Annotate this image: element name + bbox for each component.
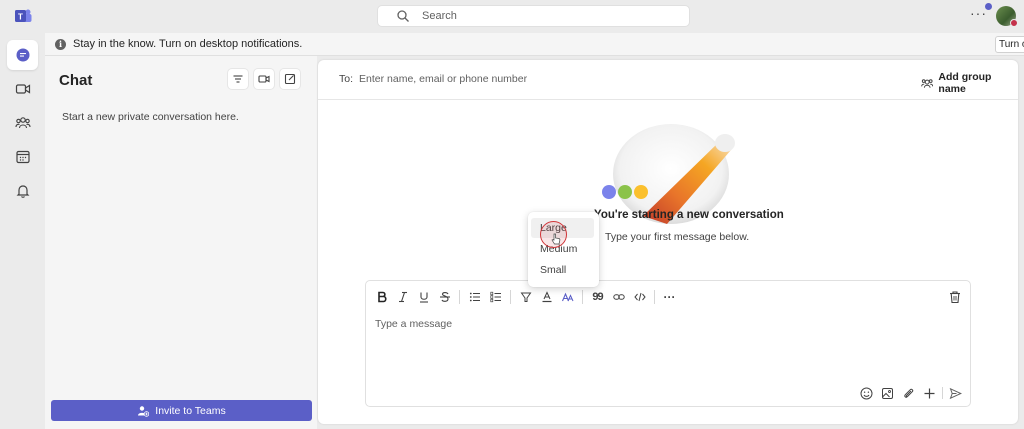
rail-item-meet[interactable] bbox=[7, 74, 38, 104]
image-button[interactable] bbox=[877, 385, 898, 401]
to-label: To: bbox=[339, 73, 354, 85]
code-button[interactable] bbox=[629, 287, 650, 307]
italic-button[interactable] bbox=[392, 287, 413, 307]
message-input[interactable] bbox=[375, 315, 955, 333]
numbered-list-button[interactable] bbox=[485, 287, 506, 307]
font-color-button[interactable] bbox=[536, 287, 557, 307]
notification-banner: i Stay in the know. Turn on desktop noti… bbox=[45, 33, 1024, 56]
toolbar-divider bbox=[942, 387, 943, 399]
rail-item-communities[interactable] bbox=[7, 108, 38, 138]
notification-message: Stay in the know. Turn on desktop notifi… bbox=[73, 38, 303, 50]
bold-icon bbox=[377, 291, 387, 303]
strikethrough-icon bbox=[439, 291, 450, 302]
bell-icon bbox=[16, 185, 29, 198]
search-icon bbox=[397, 10, 409, 22]
font-size-menu: Large Medium Small bbox=[528, 212, 599, 287]
highlight-button[interactable] bbox=[515, 287, 536, 307]
calendar-icon bbox=[15, 150, 30, 164]
video-icon bbox=[258, 75, 270, 83]
search-placeholder: Search bbox=[422, 10, 457, 22]
trash-icon[interactable] bbox=[948, 290, 962, 304]
add-button[interactable] bbox=[919, 385, 940, 401]
image-icon bbox=[882, 387, 893, 399]
svg-text:T: T bbox=[18, 13, 23, 22]
recipient-bar: To: Add group name bbox=[318, 60, 1018, 100]
format-toolbar: 99 ··· bbox=[366, 281, 970, 313]
invite-button-label: Invite to Teams bbox=[155, 404, 226, 417]
more-options-button[interactable]: ··· bbox=[970, 6, 988, 24]
paperclip-icon bbox=[904, 388, 914, 398]
toolbar-divider bbox=[459, 290, 460, 304]
bulleted-list-button[interactable] bbox=[464, 287, 485, 307]
compose-actions bbox=[856, 385, 966, 401]
page-title: Chat bbox=[59, 72, 93, 89]
underline-button[interactable] bbox=[413, 287, 434, 307]
chat-icon bbox=[16, 48, 29, 62]
empty-state-subheading: Type your first message below. bbox=[605, 231, 750, 243]
rail-item-chat[interactable] bbox=[7, 40, 38, 70]
underline-icon bbox=[419, 292, 428, 303]
font-size-icon bbox=[561, 292, 573, 302]
quote-button[interactable]: 99 bbox=[587, 287, 608, 307]
rail-item-activity[interactable] bbox=[7, 176, 38, 206]
empty-chat-text: Start a new private conversation here. bbox=[62, 111, 239, 123]
title-bar: T Search ··· bbox=[0, 0, 1024, 33]
emoji-button[interactable] bbox=[856, 385, 877, 401]
bold-button[interactable] bbox=[371, 287, 392, 307]
invite-to-teams-button[interactable]: Invite to Teams bbox=[51, 400, 312, 421]
strikethrough-button[interactable] bbox=[434, 287, 455, 307]
numbered-list-icon bbox=[489, 291, 501, 303]
turn-on-button[interactable]: Turn on bbox=[995, 36, 1024, 53]
status-badge bbox=[1010, 19, 1018, 27]
add-person-icon bbox=[138, 405, 150, 417]
filter-button[interactable] bbox=[227, 68, 249, 90]
link-icon bbox=[612, 294, 625, 300]
group-icon bbox=[921, 78, 934, 88]
italic-icon bbox=[398, 291, 407, 303]
new-chat-pane: To: Add group name You're st bbox=[318, 60, 1018, 424]
send-button[interactable] bbox=[945, 385, 966, 401]
highlighter-icon bbox=[520, 292, 531, 302]
toolbar-divider bbox=[654, 290, 655, 304]
hand-cursor-icon bbox=[551, 233, 561, 245]
add-group-name-label: Add group name bbox=[938, 71, 992, 95]
toolbar-divider bbox=[510, 290, 511, 304]
compose-icon bbox=[284, 73, 296, 85]
search-box[interactable]: Search bbox=[377, 5, 690, 27]
filter-icon bbox=[233, 75, 243, 83]
font-color-icon bbox=[542, 291, 551, 303]
meet-now-button[interactable] bbox=[253, 68, 275, 90]
add-group-name-button[interactable]: Add group name bbox=[921, 71, 1018, 95]
people-icon bbox=[14, 117, 31, 129]
code-icon bbox=[633, 292, 646, 302]
teams-logo-icon[interactable]: T bbox=[14, 8, 32, 24]
font-size-option-small[interactable]: Small bbox=[531, 260, 594, 280]
video-icon bbox=[15, 84, 30, 94]
toolbar-divider bbox=[582, 290, 583, 304]
attach-button[interactable] bbox=[898, 385, 919, 401]
notification-dot bbox=[985, 3, 992, 10]
plus-icon bbox=[924, 388, 935, 398]
recipient-input[interactable] bbox=[359, 70, 659, 88]
new-chat-button[interactable] bbox=[279, 68, 301, 90]
app-rail bbox=[0, 33, 45, 429]
send-icon bbox=[949, 387, 962, 399]
chat-list-panel: Chat Start a new private conversation he… bbox=[45, 56, 317, 429]
message-compose-box: 99 ··· bbox=[365, 280, 971, 407]
info-icon: i bbox=[55, 38, 66, 50]
empty-state-heading: You're starting a new conversation bbox=[594, 209, 784, 221]
rail-item-calendar[interactable] bbox=[7, 142, 38, 172]
more-format-button[interactable]: ··· bbox=[659, 287, 680, 307]
font-size-button[interactable] bbox=[557, 287, 578, 307]
emoji-icon bbox=[860, 387, 873, 399]
link-button[interactable] bbox=[608, 287, 629, 307]
bullet-list-icon bbox=[469, 292, 480, 302]
